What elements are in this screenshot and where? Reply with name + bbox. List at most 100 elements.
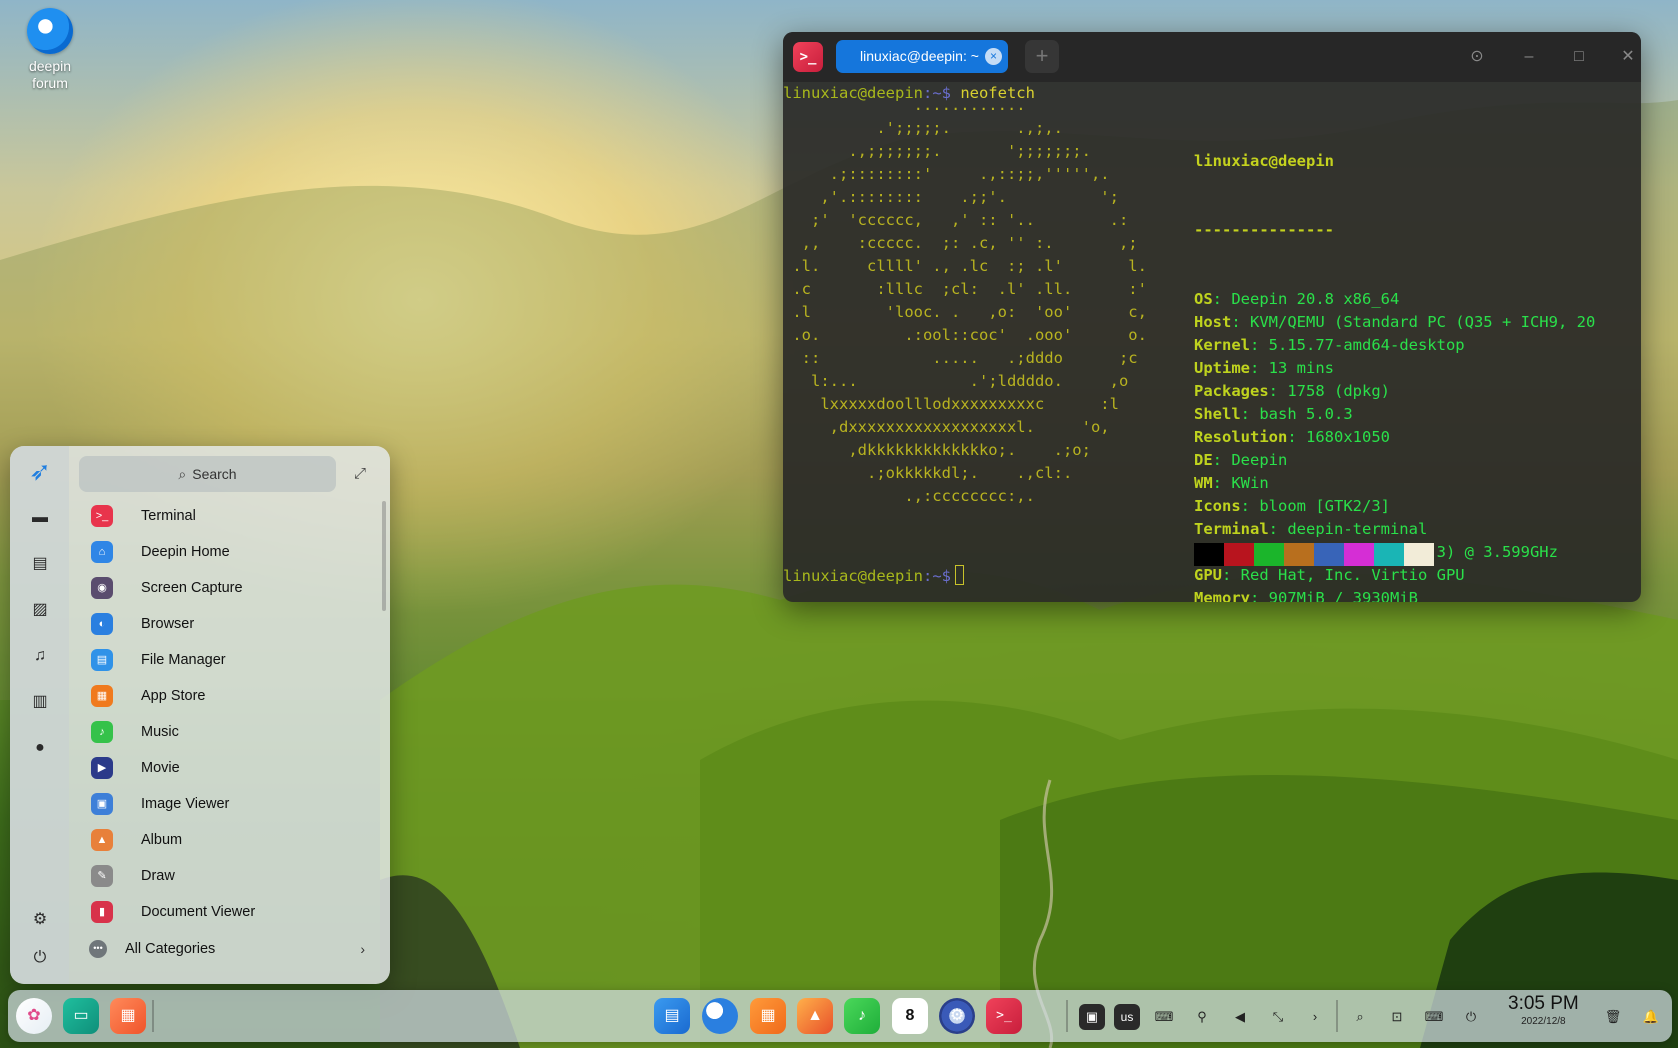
keyboard-layout-indicator[interactable]: us	[1114, 1004, 1140, 1030]
info-row: Resolution: 1680x1050	[1194, 428, 1390, 446]
prompt-line-2: linuxiac@deepin:~$	[783, 565, 964, 588]
download-icon[interactable]: ●	[27, 735, 53, 761]
app-item-browser[interactable]: ◐ Browser	[79, 606, 369, 642]
info-row: GPU: Red Hat, Inc. Virtio GPU	[1194, 566, 1465, 584]
new-tab-button[interactable]: +	[1025, 40, 1059, 73]
notification-bell-icon[interactable]: 🔔	[1638, 1004, 1664, 1030]
search-icon[interactable]: ⌕	[1347, 1004, 1373, 1030]
settings-icon[interactable]: ⚙	[27, 907, 53, 933]
maximize-button[interactable]: □	[1566, 44, 1592, 70]
info-value: KWin	[1231, 474, 1269, 492]
info-header: linuxiac@deepin	[1194, 152, 1334, 170]
system-info: linuxiac@deepin --------------- OS: Deep…	[1194, 104, 1595, 602]
app-item-movie[interactable]: ▶ Movie	[79, 750, 369, 786]
color-swatch	[1404, 543, 1434, 566]
app-label: Document Viewer	[141, 904, 256, 920]
volume-icon[interactable]: ◀	[1227, 1004, 1253, 1030]
network-icon[interactable]: ⤡	[1265, 1004, 1291, 1030]
music-icon: ♪	[91, 721, 113, 743]
picture-icon[interactable]: ▨	[27, 597, 53, 623]
workspace-icon[interactable]: ▦	[110, 998, 146, 1034]
launcher-icon[interactable]: ✿	[16, 998, 52, 1034]
app-item-file-manager[interactable]: ▤ File Manager	[79, 642, 369, 678]
screenshot-icon[interactable]: ⊡	[1384, 1004, 1410, 1030]
scrollbar[interactable]	[382, 501, 386, 611]
music-icon[interactable]: ♫	[27, 643, 53, 669]
search-placeholder: Search	[192, 466, 237, 482]
info-key: Packages	[1194, 382, 1269, 400]
app-item-deepin-home[interactable]: ⌂ Deepin Home	[79, 534, 369, 570]
file-manager-icon[interactable]: ▤	[654, 998, 690, 1034]
terminal-window: >_ linuxiac@deepin: ~ × + ⊙ – □ ✕ linuxi…	[783, 32, 1641, 602]
info-value: Red Hat, Inc. Virtio GPU	[1240, 566, 1465, 584]
color-swatch	[1224, 543, 1254, 566]
music-icon[interactable]: ♪	[844, 998, 880, 1034]
album-icon[interactable]: ▲	[797, 998, 833, 1034]
video-icon[interactable]: ▥	[27, 689, 53, 715]
terminal-tab-title: linuxiac@deepin: ~	[860, 48, 979, 64]
power-icon[interactable]: ⏻	[1458, 1004, 1484, 1030]
computer-icon[interactable]: ▬	[27, 505, 53, 531]
browser-icon[interactable]	[702, 998, 738, 1034]
tab-close-icon[interactable]: ×	[985, 48, 1002, 65]
app-item-document-viewer[interactable]: ▮ Document Viewer	[79, 894, 369, 930]
calendar-icon[interactable]: 8	[892, 998, 928, 1034]
expand-tray-icon[interactable]: ›	[1302, 1004, 1328, 1030]
color-swatch	[1314, 543, 1344, 566]
app-item-terminal[interactable]: >_ Terminal	[79, 498, 369, 534]
album-icon: ▲	[91, 829, 113, 851]
app-label: File Manager	[141, 652, 226, 668]
app-label: Image Viewer	[141, 796, 230, 812]
onscreen-keyboard-icon[interactable]: ⌨	[1421, 1004, 1447, 1030]
close-button[interactable]: ✕	[1615, 44, 1641, 70]
screen-capture-icon: ◉	[91, 577, 113, 599]
deepin-forum-icon	[27, 8, 73, 54]
trash-icon[interactable]: 🗑	[1600, 1004, 1626, 1030]
terminal-tab[interactable]: linuxiac@deepin: ~ ×	[836, 40, 1008, 73]
color-swatch	[1194, 543, 1224, 566]
info-row: OS: Deepin 20.8 x86_64	[1194, 290, 1400, 308]
app-store-icon[interactable]: ▦	[750, 998, 786, 1034]
info-row: Icons: bloom [GTK2/3]	[1194, 497, 1390, 515]
info-key: Icons	[1194, 497, 1241, 515]
app-item-album[interactable]: ▲ Album	[79, 822, 369, 858]
app-item-music[interactable]: ♪ Music	[79, 714, 369, 750]
info-value: 1680x1050	[1306, 428, 1390, 446]
minimize-button[interactable]: –	[1516, 44, 1542, 70]
menu-icon[interactable]: ⊙	[1464, 44, 1490, 70]
usb-icon[interactable]: ⚲	[1189, 1004, 1215, 1030]
control-center-icon[interactable]: ⚙	[939, 998, 975, 1034]
info-row: Packages: 1758 (dpkg)	[1194, 382, 1390, 400]
app-item-draw[interactable]: ✎ Draw	[79, 858, 369, 894]
info-row: Host: KVM/QEMU (Standard PC (Q35 + ICH9,…	[1194, 313, 1596, 331]
app-item-image-viewer[interactable]: ▣ Image Viewer	[79, 786, 369, 822]
terminal-output[interactable]: linuxiac@deepin:~$ neofetch ............…	[783, 82, 1641, 602]
app-item-screen-capture[interactable]: ◉ Screen Capture	[79, 570, 369, 606]
deepin-logo-icon[interactable]: ➶	[27, 458, 53, 484]
deepin-home-icon: ⌂	[91, 541, 113, 563]
search-input[interactable]: ⌕ Search	[79, 456, 336, 492]
color-swatch	[1374, 543, 1404, 566]
dock-separator	[152, 1000, 154, 1032]
power-icon[interactable]: ⏻	[27, 945, 53, 971]
multitask-view-icon[interactable]: ▭	[63, 998, 99, 1034]
document-icon[interactable]: ▤	[27, 551, 53, 577]
color-swatch	[1254, 543, 1284, 566]
clock[interactable]: 3:05 PM 2022/12/8	[1508, 992, 1579, 1028]
app-label: Draw	[141, 868, 175, 884]
app-item-app-store[interactable]: ▦ App Store	[79, 678, 369, 714]
info-row: Memory: 907MiB / 3930MiB	[1194, 587, 1595, 602]
info-value: 13 mins	[1268, 359, 1334, 377]
keyboard-icon[interactable]: ⌨	[1151, 1004, 1177, 1030]
info-value: KVM/QEMU (Standard PC (Q35 + ICH9, 20	[1250, 313, 1596, 331]
desktop-icon-deepin-forum[interactable]: deepin forum	[22, 8, 78, 92]
info-value: Deepin	[1231, 451, 1288, 469]
info-value: 5.15.77-amd64-desktop	[1268, 336, 1465, 354]
app-label: Music	[141, 724, 179, 740]
ascii-logo: ............ .';;;;;. .,;,. .,;;;;;;;. '…	[792, 96, 1147, 505]
terminal-icon[interactable]: >_	[986, 998, 1022, 1034]
all-categories-item[interactable]: ••• All Categories ›	[89, 934, 379, 964]
terminal-titlebar[interactable]: >_ linuxiac@deepin: ~ × + ⊙ – □ ✕	[783, 32, 1641, 82]
screen-icon[interactable]: ▣	[1079, 1004, 1105, 1030]
fullscreen-toggle-icon[interactable]: ⤢	[350, 464, 370, 484]
